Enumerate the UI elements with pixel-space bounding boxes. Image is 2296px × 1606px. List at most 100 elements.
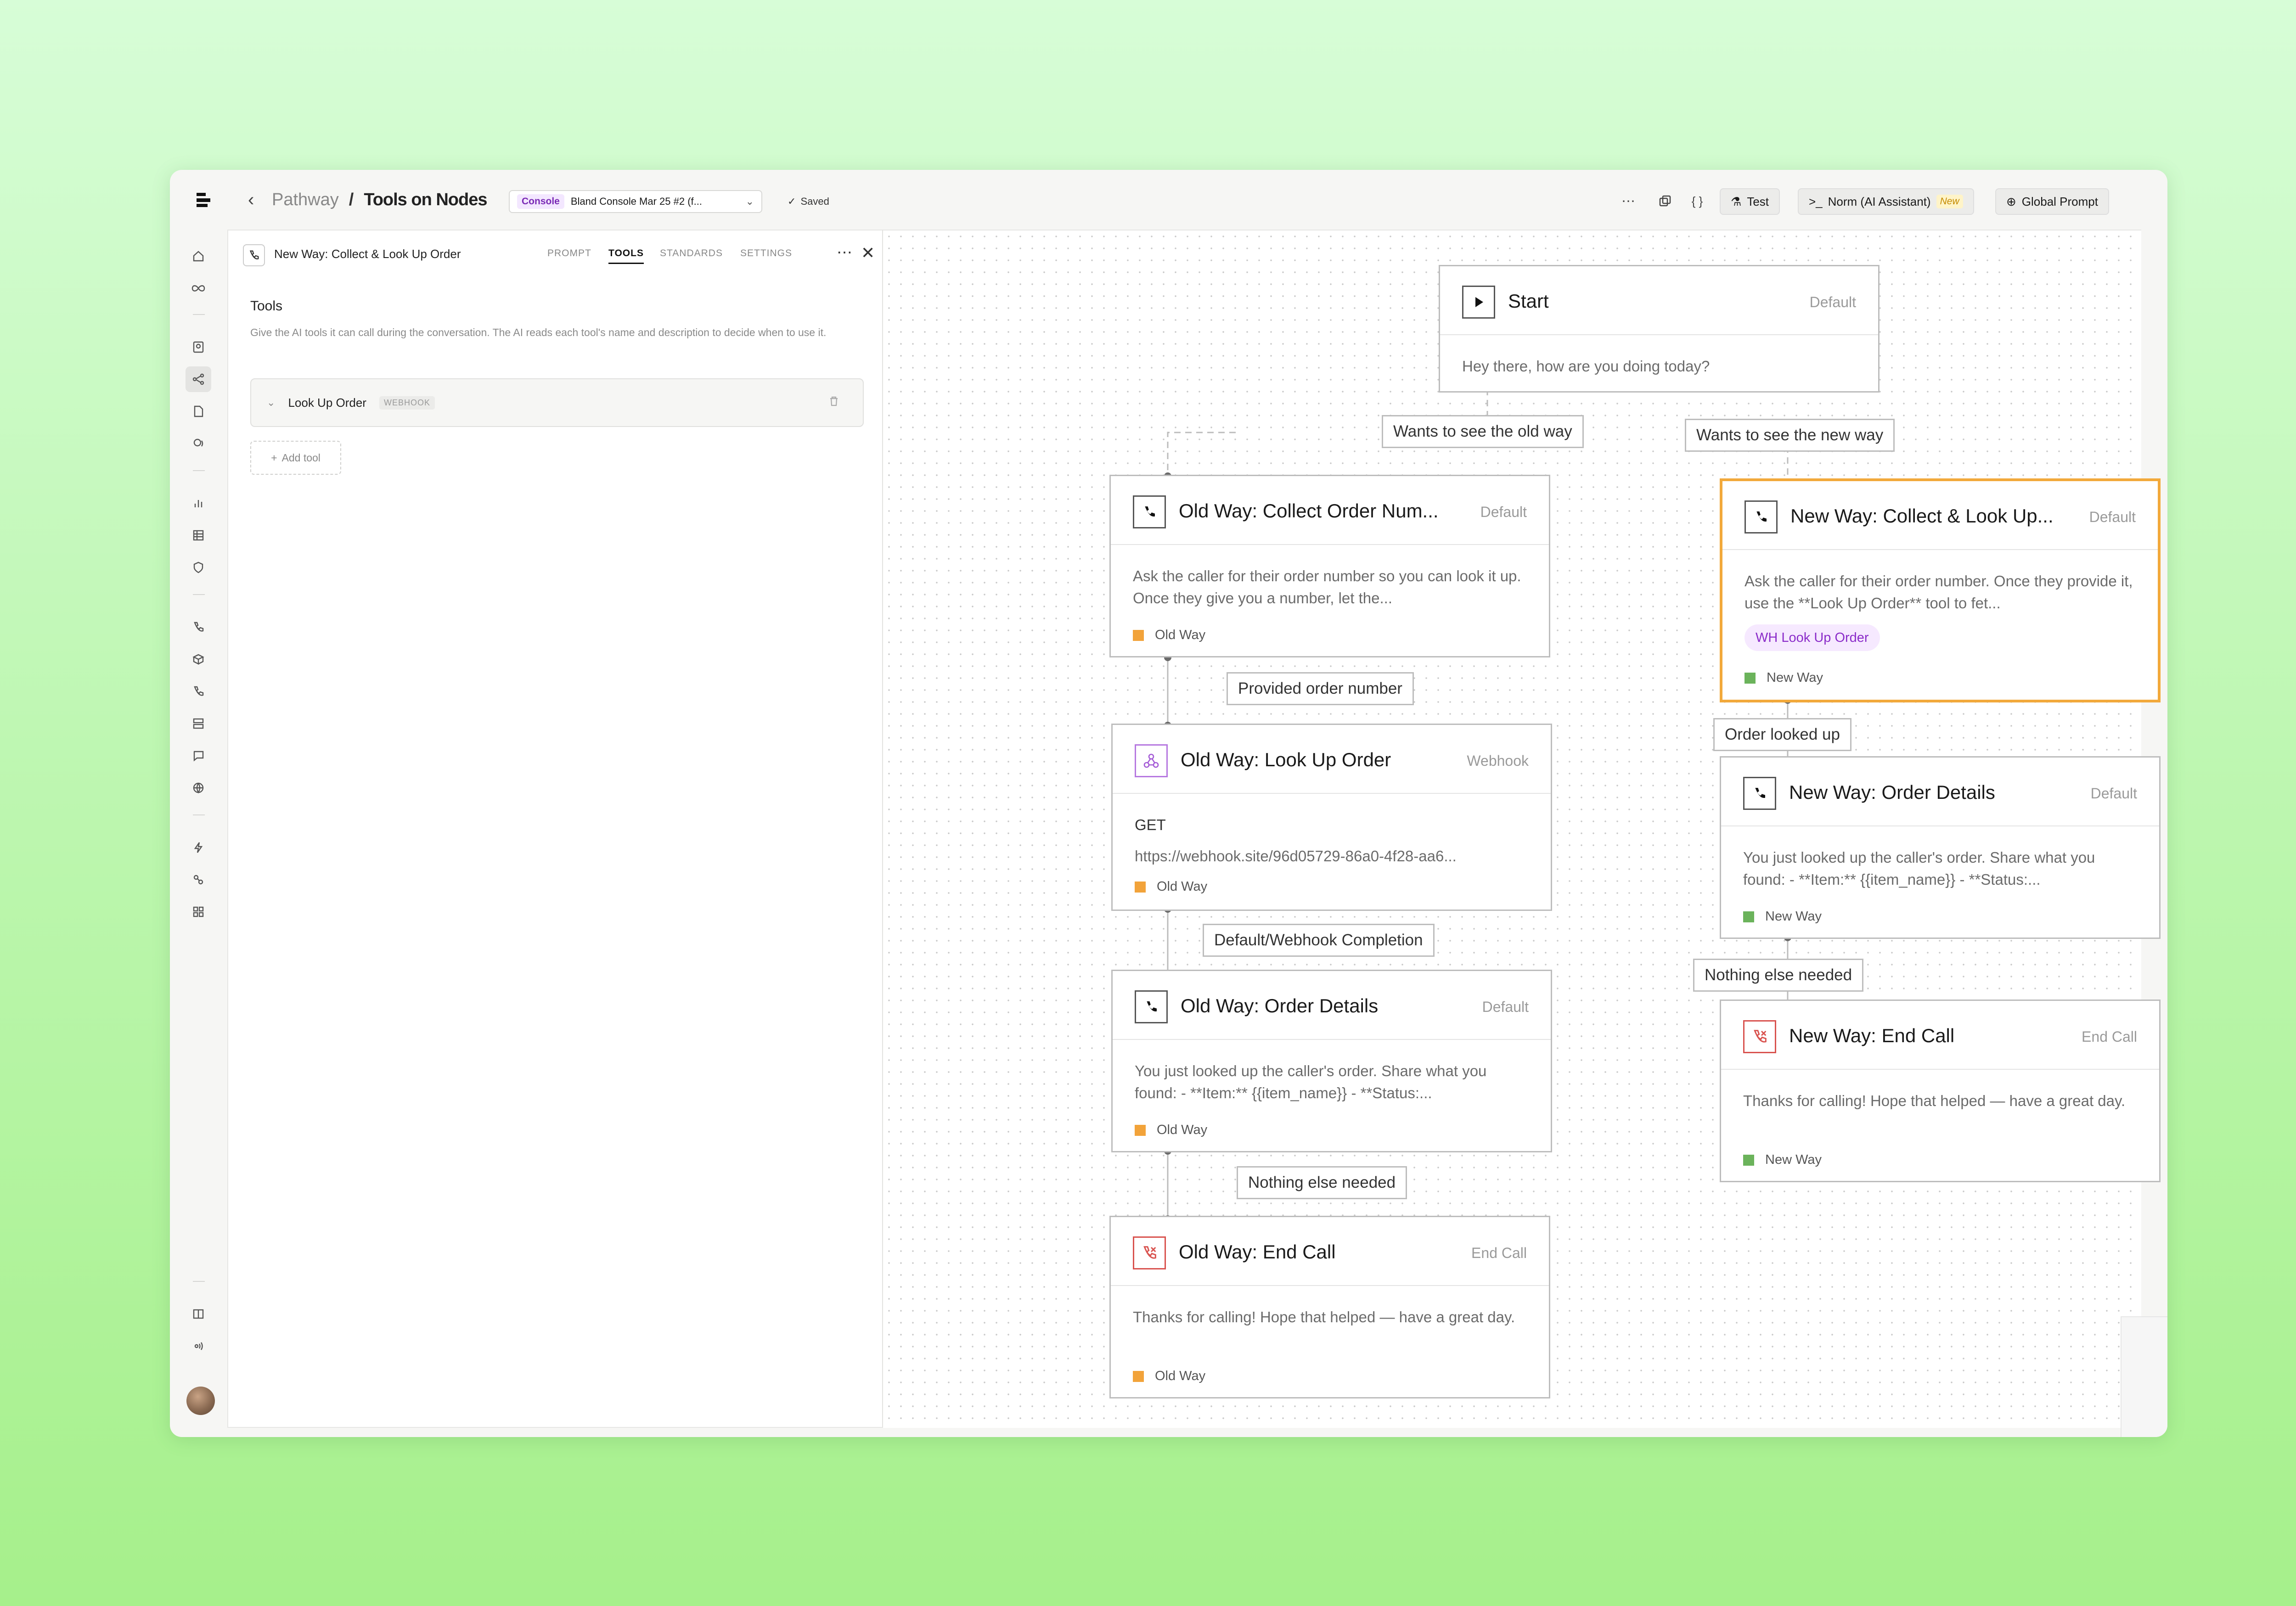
rail-divider: [193, 814, 205, 815]
saved-status: ✓ Saved: [788, 190, 829, 213]
node-title: Old Way: Look Up Order: [1181, 749, 1391, 770]
app-window: ‹ Pathway / Tools on Nodes Console Bland…: [170, 170, 2167, 1437]
more-icon[interactable]: ⋯: [1616, 189, 1640, 213]
code-braces-icon[interactable]: { }: [1685, 189, 1709, 213]
node-header: New Way: End Call End Call: [1721, 1001, 2159, 1070]
console-select[interactable]: Console Bland Console Mar 25 #2 (f... ⌄: [509, 190, 762, 213]
edge-label-nothing-new[interactable]: Nothing else needed: [1693, 959, 1864, 992]
node-new-collect[interactable]: New Way: Collect & Look Up... Default As…: [1720, 478, 2161, 702]
edge-label-webhook-completion[interactable]: Default/Webhook Completion: [1203, 924, 1435, 957]
node-header: Old Way: Look Up Order Webhook: [1113, 725, 1551, 794]
breadcrumb-parent[interactable]: Pathway: [272, 190, 339, 210]
edge-label-old-way[interactable]: Wants to see the old way: [1382, 415, 1584, 448]
node-prompt: You just looked up the caller's order. S…: [1135, 1062, 1487, 1101]
copy-icon[interactable]: [1653, 189, 1677, 213]
contacts-icon[interactable]: [186, 334, 211, 360]
node-header: Old Way: Collect Order Num... Default: [1111, 476, 1549, 545]
server-icon[interactable]: [186, 711, 211, 736]
node-old-collect[interactable]: Old Way: Collect Order Num... Default As…: [1109, 475, 1550, 657]
node-prompt: You just looked up the caller's order. S…: [1743, 849, 2095, 888]
phone-calls-icon[interactable]: [186, 614, 211, 640]
tag-label: Old Way: [1155, 1369, 1206, 1383]
tab-prompt[interactable]: PROMPT: [547, 248, 591, 263]
edge-label-nothing-old[interactable]: Nothing else needed: [1237, 1166, 1407, 1199]
tag-color-swatch: [1135, 1124, 1146, 1136]
node-title: Old Way: Collect Order Num...: [1179, 500, 1439, 522]
norm-assistant-button[interactable]: >_ Norm (AI Assistant) New: [1798, 188, 1974, 215]
analytics-icon[interactable]: [186, 490, 211, 516]
chevron-down-icon[interactable]: ⌄: [267, 397, 275, 409]
webhook-method: GET: [1135, 816, 1166, 833]
tab-settings[interactable]: SETTINGS: [740, 248, 792, 263]
node-type: End Call: [1471, 1245, 1527, 1261]
book-icon[interactable]: [186, 1301, 211, 1327]
minimap[interactable]: [2121, 1316, 2167, 1437]
node-new-details[interactable]: New Way: Order Details Default You just …: [1720, 756, 2161, 939]
new-badge: New: [1936, 195, 1963, 208]
node-prompt: Thanks for calling! Hope that helped — h…: [1133, 1308, 1515, 1325]
node-prompt: Ask the caller for their order number. O…: [1745, 573, 2133, 612]
node-old-details[interactable]: Old Way: Order Details Default You just …: [1111, 970, 1552, 1152]
pathways-icon[interactable]: [186, 366, 211, 392]
console-tag: Console: [517, 194, 564, 209]
integrations-icon[interactable]: [186, 867, 211, 893]
tag-label: New Way: [1767, 670, 1823, 685]
tool-row-look-up-order[interactable]: ⌄ Look Up Order WEBHOOK: [250, 378, 864, 427]
tag-color-swatch: [1133, 1370, 1144, 1382]
bland-logo-icon[interactable]: [194, 190, 214, 210]
node-type: Default: [1482, 999, 1529, 1015]
node-type: Webhook: [1467, 752, 1529, 769]
tool-pill[interactable]: WH Look Up Order: [1745, 624, 1880, 651]
node-type: Default: [1809, 294, 1856, 310]
node-tag: Old Way: [1135, 879, 1207, 894]
phone-icon: [1133, 495, 1166, 528]
add-tool-button[interactable]: + Add tool: [250, 441, 341, 475]
global-prompt-button[interactable]: ⊕ Global Prompt: [1995, 188, 2109, 215]
node-prompt: Thanks for calling! Hope that helped — h…: [1743, 1092, 2126, 1109]
globe-icon[interactable]: [186, 775, 211, 801]
tag-label: Old Way: [1155, 628, 1206, 642]
flask-icon: ⚗: [1731, 194, 1742, 208]
back-chevron-icon[interactable]: ‹: [248, 190, 262, 210]
node-tag: New Way: [1743, 1152, 1822, 1168]
trash-icon[interactable]: [828, 395, 840, 410]
home-icon[interactable]: [186, 243, 211, 269]
top-bar: ‹ Pathway / Tools on Nodes Console Bland…: [170, 170, 2167, 230]
node-old-end[interactable]: Old Way: End Call End Call Thanks for ca…: [1109, 1216, 1550, 1398]
voice-icon[interactable]: [186, 431, 211, 456]
breadcrumb: ‹ Pathway / Tools on Nodes: [248, 184, 488, 216]
test-button[interactable]: ⚗ Test: [1720, 188, 1780, 215]
tab-tools[interactable]: TOOLS: [608, 248, 644, 264]
apps-icon[interactable]: [186, 899, 211, 925]
lightning-icon[interactable]: [186, 835, 211, 860]
test-label: Test: [1747, 194, 1769, 208]
left-nav-rail: [170, 230, 227, 1437]
message-icon[interactable]: [186, 743, 211, 769]
tools-heading: Tools: [250, 298, 283, 314]
tag-label: New Way: [1765, 1152, 1822, 1167]
phone-icon[interactable]: [186, 679, 211, 704]
node-start[interactable]: Start Default Hey there, how are you doi…: [1439, 265, 1880, 393]
pathway-canvas[interactable]: Start Default Hey there, how are you doi…: [883, 230, 2167, 1437]
node-title: New Way: Order Details: [1789, 781, 1995, 803]
edge-label-new-way[interactable]: Wants to see the new way: [1685, 419, 1895, 452]
tab-standards[interactable]: STANDARDS: [660, 248, 723, 263]
close-icon[interactable]: ✕: [861, 243, 875, 263]
node-new-end[interactable]: New Way: End Call End Call Thanks for ca…: [1720, 1000, 2161, 1182]
document-icon[interactable]: [186, 399, 211, 424]
node-tag: Old Way: [1135, 1123, 1207, 1138]
edge-label-provided[interactable]: Provided order number: [1227, 672, 1414, 705]
table-icon[interactable]: [186, 522, 211, 548]
shield-icon[interactable]: [186, 555, 211, 580]
box-icon[interactable]: [186, 646, 211, 672]
broadcast-icon[interactable]: [186, 1333, 211, 1359]
node-type: Default: [2089, 509, 2136, 525]
node-old-lookup[interactable]: Old Way: Look Up Order Webhook GET https…: [1111, 724, 1552, 911]
node-prompt: Hey there, how are you doing today?: [1462, 358, 1710, 375]
user-avatar[interactable]: [186, 1387, 215, 1415]
edge-label-looked-up[interactable]: Order looked up: [1713, 718, 1851, 751]
node-type: Default: [2090, 785, 2137, 802]
more-options-icon[interactable]: ⋯: [837, 243, 853, 262]
node-header: Start Default: [1440, 266, 1878, 335]
infinity-icon[interactable]: [186, 275, 211, 301]
